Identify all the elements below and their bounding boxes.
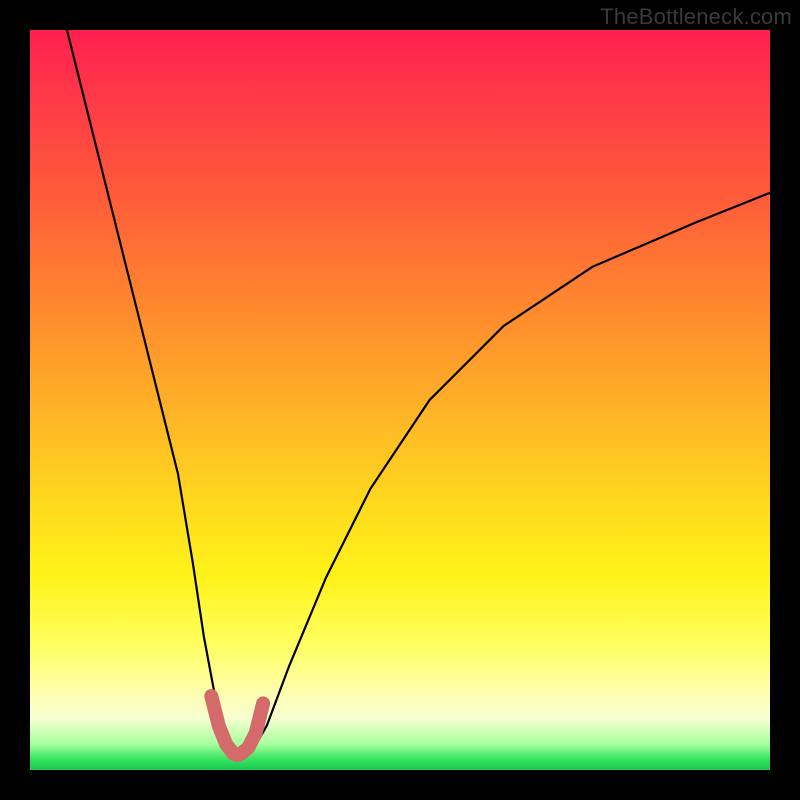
watermark-label: TheBottleneck.com bbox=[600, 4, 792, 30]
chart-svg bbox=[30, 30, 770, 770]
trough-highlight bbox=[211, 696, 263, 755]
chart-frame: TheBottleneck.com bbox=[0, 0, 800, 800]
bottleneck-curve bbox=[67, 30, 770, 755]
plot-area bbox=[30, 30, 770, 770]
